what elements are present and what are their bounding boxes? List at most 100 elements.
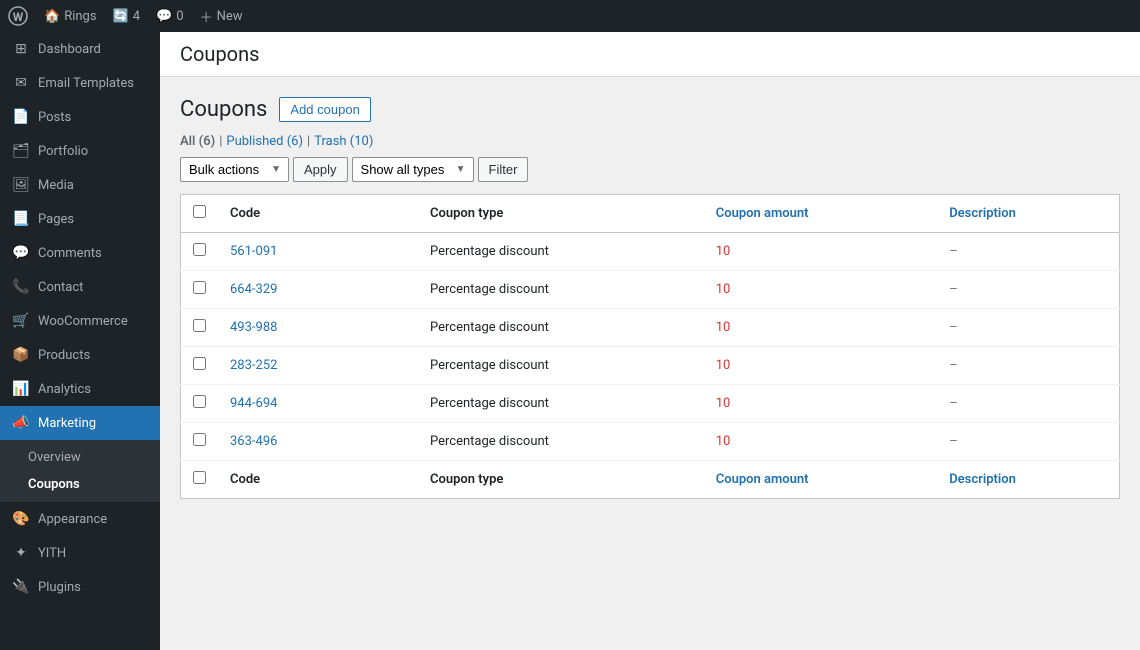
- sidebar-item-yith[interactable]: ✦ YITH: [0, 536, 160, 570]
- all-filter[interactable]: All (6): [180, 134, 215, 149]
- comments-icon: 💬: [156, 9, 172, 24]
- published-filter[interactable]: Published (6): [226, 134, 303, 149]
- row-checkbox[interactable]: [193, 243, 206, 256]
- apply-button[interactable]: Apply: [293, 157, 348, 182]
- header-amount: Coupon amount: [704, 195, 937, 233]
- sidebar-sub-coupons[interactable]: Coupons: [0, 471, 160, 498]
- row-amount-cell: 10: [704, 347, 937, 385]
- pages-icon: 📃: [12, 210, 30, 228]
- sidebar-sub-label-coupons: Coupons: [28, 477, 80, 492]
- sidebar-item-portfolio[interactable]: 🗂 Portfolio: [0, 134, 160, 168]
- coupon-code-link[interactable]: 283-252: [230, 358, 277, 373]
- coupon-code-link[interactable]: 944-694: [230, 396, 277, 411]
- select-all-checkbox[interactable]: [193, 205, 206, 218]
- row-checkbox[interactable]: [193, 281, 206, 294]
- row-desc-cell: –: [937, 309, 1119, 347]
- sidebar-label-media: Media: [38, 178, 74, 193]
- sep2: |: [307, 134, 310, 149]
- sidebar-item-dashboard[interactable]: ⊞ Dashboard: [0, 32, 160, 66]
- row-checkbox-cell: [181, 309, 219, 347]
- site-name-item[interactable]: 🏠 Rings: [44, 9, 97, 24]
- sidebar-item-media[interactable]: 🖼 Media: [0, 168, 160, 202]
- row-amount-cell: 10: [704, 423, 937, 461]
- coupon-code-link[interactable]: 664-329: [230, 282, 277, 297]
- sidebar-item-analytics[interactable]: 📊 Analytics: [0, 372, 160, 406]
- sidebar-sub-overview[interactable]: Overview: [0, 444, 160, 471]
- header-type-label: Coupon type: [430, 206, 503, 221]
- row-code-cell: 561-091: [218, 233, 418, 271]
- updates-count: 4: [133, 9, 140, 24]
- row-checkbox[interactable]: [193, 357, 206, 370]
- coupon-code-link[interactable]: 363-496: [230, 434, 277, 449]
- sidebar-label-portfolio: Portfolio: [38, 144, 88, 159]
- row-desc-cell: –: [937, 347, 1119, 385]
- trash-filter[interactable]: Trash (10): [314, 134, 373, 149]
- sidebar-item-pages[interactable]: 📃 Pages: [0, 202, 160, 236]
- sidebar-item-woocommerce[interactable]: 🛒 WooCommerce: [0, 304, 160, 338]
- sidebar-item-appearance[interactable]: 🎨 Appearance: [0, 502, 160, 536]
- sidebar-item-plugins[interactable]: 🔌 Plugins: [0, 570, 160, 604]
- select-all-footer-checkbox[interactable]: [193, 471, 206, 484]
- sidebar-item-contact[interactable]: 📞 Contact: [0, 270, 160, 304]
- sidebar-item-posts[interactable]: 📄 Posts: [0, 100, 160, 134]
- updates-icon: 🔄: [113, 9, 129, 24]
- sidebar-item-marketing[interactable]: 📣 Marketing: [0, 406, 160, 440]
- footer-desc: Description: [937, 461, 1119, 499]
- footer-code: Code: [218, 461, 418, 499]
- dashboard-icon: ⊞: [12, 40, 30, 58]
- row-checkbox[interactable]: [193, 319, 206, 332]
- comments-item[interactable]: 💬 0: [156, 9, 184, 24]
- filter-bar: Bulk actions ▼ Apply Show all types ▼ Fi…: [180, 157, 1120, 182]
- row-checkbox[interactable]: [193, 433, 206, 446]
- new-label: New: [217, 9, 243, 24]
- comments-count: 0: [176, 9, 183, 24]
- row-desc-cell: –: [937, 423, 1119, 461]
- row-desc-cell: –: [937, 233, 1119, 271]
- add-coupon-button[interactable]: Add coupon: [279, 97, 370, 122]
- page-title: Coupons: [180, 97, 267, 122]
- header-amount-label: Coupon amount: [716, 206, 809, 221]
- sidebar-label-products: Products: [38, 348, 90, 363]
- row-desc-cell: –: [937, 385, 1119, 423]
- row-amount-cell: 10: [704, 309, 937, 347]
- bulk-actions-select[interactable]: Bulk actions: [180, 157, 289, 182]
- table-footer-row: Code Coupon type Coupon amount Descripti…: [181, 461, 1120, 499]
- coupon-code-link[interactable]: 561-091: [230, 244, 277, 259]
- new-item[interactable]: ＋ New: [200, 7, 243, 26]
- sidebar-label-posts: Posts: [38, 110, 71, 125]
- row-type-cell: Percentage discount: [418, 271, 704, 309]
- footer-code-label: Code: [230, 472, 260, 487]
- row-code-cell: 363-496: [218, 423, 418, 461]
- sidebar-item-comments[interactable]: 💬 Comments: [0, 236, 160, 270]
- table-header-row: Code Coupon type Coupon amount Descripti…: [181, 195, 1120, 233]
- sidebar-item-products[interactable]: 📦 Products: [0, 338, 160, 372]
- sidebar: ⊞ Dashboard ✉ Email Templates 📄 Posts 🗂 …: [0, 32, 160, 650]
- active-indicator: [156, 406, 160, 440]
- table-row: 664-329 Percentage discount 10 –: [181, 271, 1120, 309]
- table-row: 283-252 Percentage discount 10 –: [181, 347, 1120, 385]
- header-code: Code: [218, 195, 418, 233]
- row-code-cell: 944-694: [218, 385, 418, 423]
- filter-button[interactable]: Filter: [478, 157, 529, 182]
- row-amount-cell: 10: [704, 385, 937, 423]
- updates-item[interactable]: 🔄 4: [113, 9, 141, 24]
- row-code-cell: 493-988: [218, 309, 418, 347]
- sidebar-label-comments: Comments: [38, 246, 102, 261]
- published-label: Published: [226, 134, 283, 149]
- row-checkbox-cell: [181, 347, 219, 385]
- media-icon: 🖼: [12, 176, 30, 194]
- wp-logo-item[interactable]: W: [8, 6, 28, 26]
- sidebar-label-appearance: Appearance: [38, 512, 107, 527]
- home-icon: 🏠: [44, 9, 60, 24]
- footer-amount-label: Coupon amount: [716, 472, 809, 487]
- row-type-cell: Percentage discount: [418, 385, 704, 423]
- sidebar-label-plugins: Plugins: [38, 580, 81, 595]
- type-select[interactable]: Show all types: [352, 157, 474, 182]
- coupon-code-link[interactable]: 493-988: [230, 320, 277, 335]
- sidebar-item-email-templates[interactable]: ✉ Email Templates: [0, 66, 160, 100]
- sidebar-sub-label-overview: Overview: [28, 450, 81, 465]
- table-row: 944-694 Percentage discount 10 –: [181, 385, 1120, 423]
- row-checkbox[interactable]: [193, 395, 206, 408]
- page-header: Coupons: [160, 32, 1140, 77]
- select-all-footer: [181, 461, 219, 499]
